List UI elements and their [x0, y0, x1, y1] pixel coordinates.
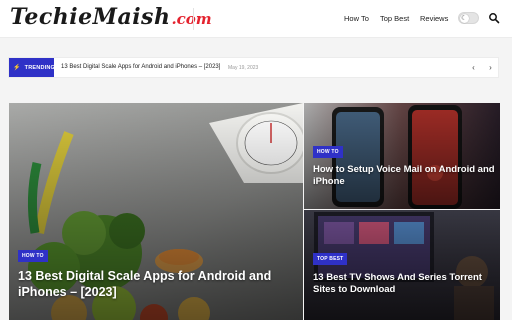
torrent-post-image: [304, 210, 500, 320]
lightning-icon: ⚡: [13, 65, 21, 71]
post-card-voicemail[interactable]: HOW TO How to Setup Voice Mail on Androi…: [304, 103, 500, 209]
search-icon[interactable]: [488, 12, 500, 24]
featured-post-card[interactable]: HOW TO 13 Best Digital Scale Apps for An…: [9, 103, 303, 320]
header-divider: [193, 8, 194, 30]
category-badge[interactable]: HOW TO: [18, 250, 48, 262]
nav-how-to[interactable]: How To: [344, 14, 369, 23]
trending-bar: ⚡ TRENDING 13 Best Digital Scale Apps fo…: [8, 57, 499, 78]
chevron-right-icon: ›: [489, 63, 492, 72]
moon-icon: ☾: [461, 15, 468, 22]
logo-text: TechieMaish: [10, 4, 171, 30]
trending-date: May 19, 2023: [228, 64, 259, 71]
site-header: TechieMaish .com How To Top Best Reviews…: [0, 0, 512, 38]
logo-suffix: .com: [171, 10, 212, 28]
torrent-post-title[interactable]: 13 Best TV Shows And Series Torrent Site…: [313, 272, 495, 296]
trending-next-button[interactable]: ›: [484, 61, 497, 74]
nav-top-best[interactable]: Top Best: [380, 14, 409, 23]
trending-prev-button[interactable]: ‹: [467, 61, 480, 74]
featured-post-title[interactable]: 13 Best Digital Scale Apps for Android a…: [18, 268, 298, 300]
dark-mode-toggle[interactable]: ☾: [458, 12, 479, 24]
trending-label: TRENDING: [24, 64, 55, 71]
trending-headline[interactable]: 13 Best Digital Scale Apps for Android a…: [61, 64, 220, 70]
category-badge[interactable]: HOW TO: [313, 146, 343, 158]
nav-reviews[interactable]: Reviews: [420, 14, 448, 23]
chevron-left-icon: ‹: [472, 63, 475, 72]
category-badge[interactable]: TOP BEST: [313, 253, 348, 265]
voicemail-post-title[interactable]: How to Setup Voice Mail on Android and i…: [313, 164, 495, 188]
post-card-torrent[interactable]: TOP BEST 13 Best TV Shows And Series Tor…: [304, 210, 500, 320]
site-logo[interactable]: TechieMaish .com: [10, 4, 212, 34]
trending-badge: ⚡ TRENDING: [9, 58, 55, 77]
